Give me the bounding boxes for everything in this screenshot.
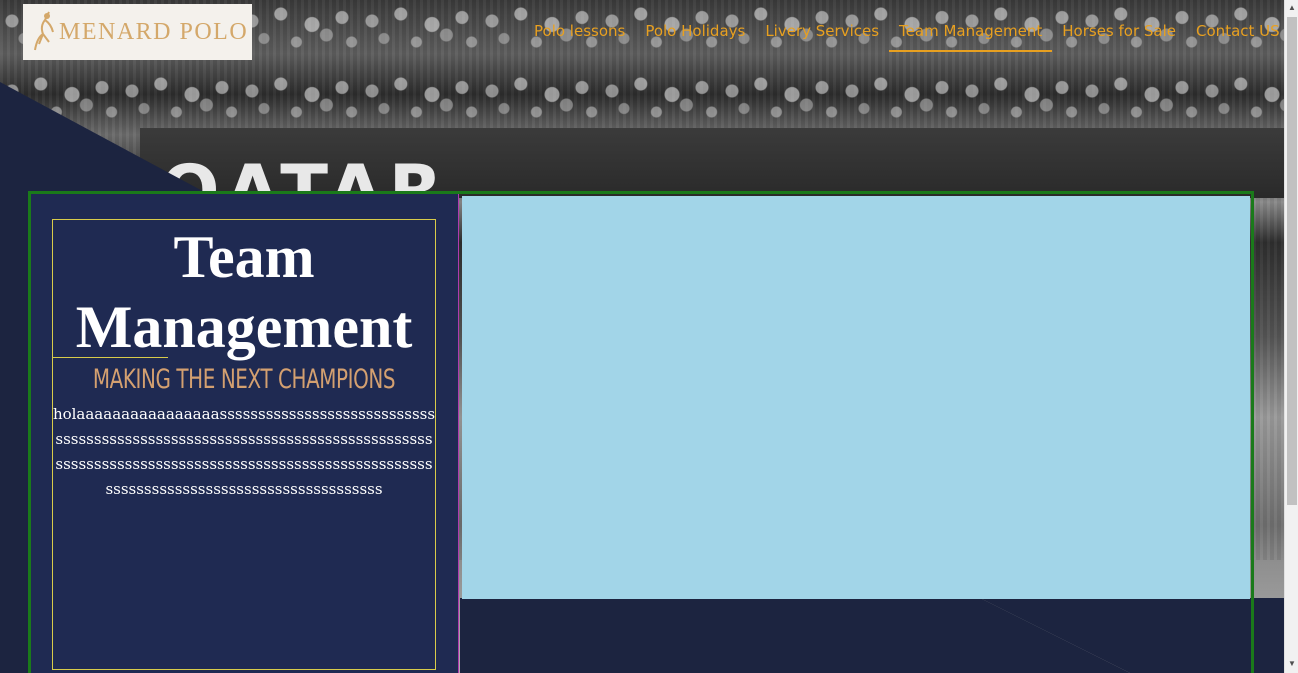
scroll-down-arrow-icon[interactable]: ▼: [1285, 657, 1298, 671]
section-title: Team Management: [75, 224, 413, 360]
logo-text: MENARD POLO: [59, 18, 249, 45]
vertical-scrollbar[interactable]: ▲ ▼: [1284, 0, 1298, 673]
scroll-thumb[interactable]: [1287, 17, 1297, 505]
polo-player-icon: [34, 11, 54, 51]
title-divider: [53, 357, 168, 358]
nav-team-management[interactable]: Team Management: [889, 22, 1053, 52]
media-placeholder: [462, 196, 1250, 599]
scroll-up-arrow-icon[interactable]: ▲: [1285, 1, 1298, 15]
main-nav: Polo lessons Polo Holidays Livery Servic…: [534, 22, 1280, 52]
page: QATAR MENARD POLO Polo lessons Polo Holi…: [0, 0, 1284, 673]
section-body: holaaaaaaaaaaaaaaaasssssssssssssssssssss…: [52, 405, 436, 498]
logo[interactable]: MENARD POLO: [23, 4, 252, 60]
section-subtitle: MAKING THE NEXT CHAMPIONS: [92, 364, 396, 395]
nav-polo-holidays[interactable]: Polo Holidays: [645, 22, 745, 40]
nav-livery-services[interactable]: Livery Services: [765, 22, 879, 40]
nav-contact-us[interactable]: Contact US: [1196, 22, 1280, 40]
nav-horses-for-sale[interactable]: Horses for Sale: [1062, 22, 1176, 40]
nav-polo-lessons[interactable]: Polo lessons: [534, 22, 625, 40]
